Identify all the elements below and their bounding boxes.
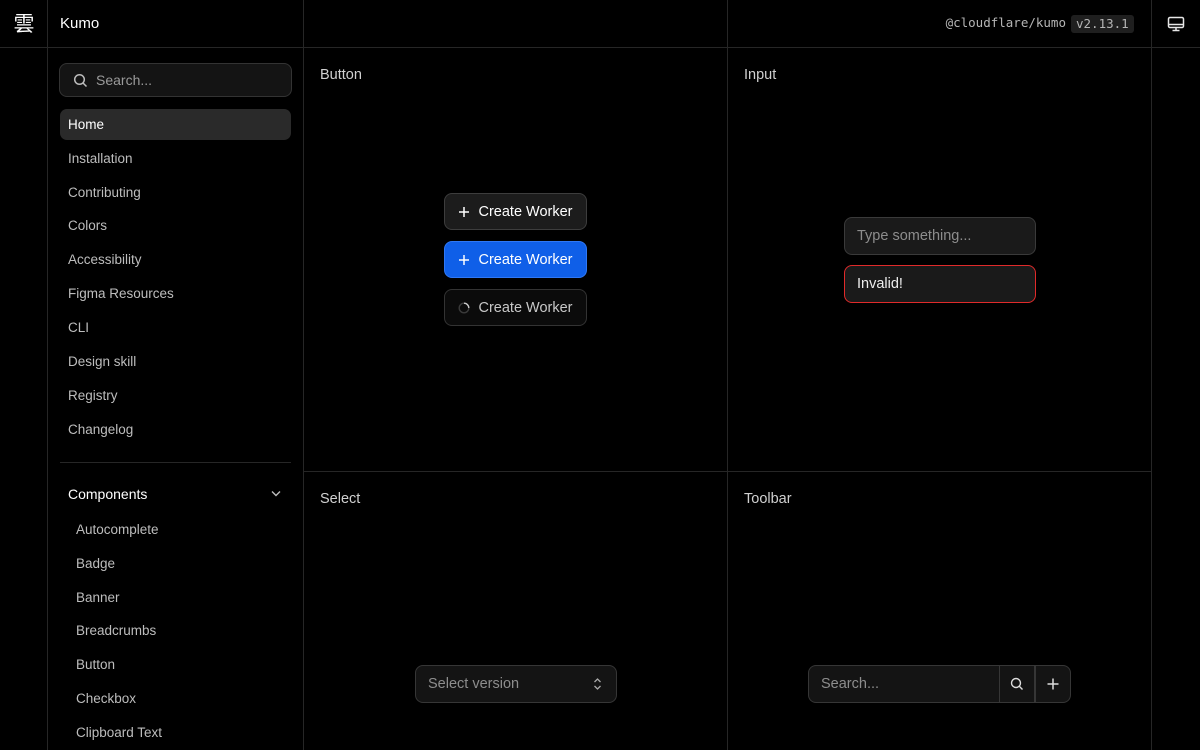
chevron-down-icon (271, 491, 281, 497)
toolbar-search-button[interactable] (999, 665, 1035, 703)
sidebar-component-badge[interactable]: Badge (68, 550, 288, 578)
plus-icon (1047, 678, 1059, 690)
sidebar-search[interactable] (59, 63, 292, 97)
sidebar-left-divider (47, 0, 48, 750)
sidebar-item-cli[interactable]: CLI (60, 312, 291, 343)
button-label: Create Worker (478, 299, 573, 316)
sidebar-right-divider (303, 0, 304, 750)
spinner-icon (458, 301, 470, 314)
panel-column-divider (727, 0, 728, 750)
sidebar-component-banner[interactable]: Banner (68, 584, 288, 612)
chevron-up-down-icon (594, 678, 601, 690)
button-panel-title[interactable]: Button (320, 67, 362, 83)
package-name: @cloudflare/kumo (945, 15, 1066, 30)
sidebar-item-figma-resources[interactable]: Figma Resources (60, 278, 291, 309)
components-header-label: Components (68, 486, 148, 502)
input-panel-title[interactable]: Input (744, 67, 776, 83)
select-placeholder: Select version (428, 676, 520, 692)
sidebar-item-colors[interactable]: Colors (60, 210, 291, 241)
select-panel-title[interactable]: Select (320, 491, 360, 507)
sidebar-item-home[interactable]: Home (60, 109, 291, 140)
text-input[interactable] (844, 217, 1036, 255)
header-divider (0, 47, 1200, 48)
sidebar-item-contributing[interactable]: Contributing (60, 177, 291, 208)
sidebar-section-divider (60, 462, 291, 463)
sidebar-component-button[interactable]: Button (68, 651, 288, 679)
sidebar-item-accessibility[interactable]: Accessibility (60, 244, 291, 275)
toolbar-panel-title[interactable]: Toolbar (744, 491, 792, 507)
create-worker-loading-button[interactable]: Create Worker (444, 289, 587, 326)
sidebar-component-checkbox[interactable]: Checkbox (68, 685, 288, 713)
content-right-divider (1151, 0, 1152, 750)
components-section-toggle[interactable]: Components (60, 479, 291, 509)
sidebar-item-changelog[interactable]: Changelog (60, 414, 291, 445)
version-badge: v2.13.1 (1071, 15, 1134, 33)
plus-icon (459, 254, 470, 265)
cloud-kanji-icon[interactable]: 雲 (12, 12, 36, 36)
toolbar-search-input[interactable] (808, 665, 1000, 703)
button-label: Create Worker (478, 203, 573, 220)
toolbar-add-button[interactable] (1035, 665, 1071, 703)
panel-row-divider (303, 471, 1151, 472)
create-worker-primary-button[interactable]: Create Worker (444, 241, 587, 278)
version-select[interactable]: Select version (415, 665, 617, 703)
search-icon (73, 73, 88, 88)
sidebar-component-clipboard-text[interactable]: Clipboard Text (68, 719, 288, 747)
sidebar-component-breadcrumbs[interactable]: Breadcrumbs (68, 617, 288, 645)
create-worker-secondary-button[interactable]: Create Worker (444, 193, 587, 230)
app-title[interactable]: Kumo (60, 15, 99, 32)
button-label: Create Worker (478, 251, 573, 268)
invalid-input[interactable] (844, 265, 1036, 303)
sidebar-component-autocomplete[interactable]: Autocomplete (68, 516, 288, 544)
search-icon (1010, 677, 1023, 690)
search-input[interactable] (96, 64, 286, 96)
sidebar-item-registry[interactable]: Registry (60, 380, 291, 411)
plus-icon (459, 206, 470, 217)
sidebar-item-installation[interactable]: Installation (60, 143, 291, 174)
monitor-icon[interactable] (1167, 16, 1185, 32)
sidebar-item-design-skill[interactable]: Design skill (60, 346, 291, 377)
